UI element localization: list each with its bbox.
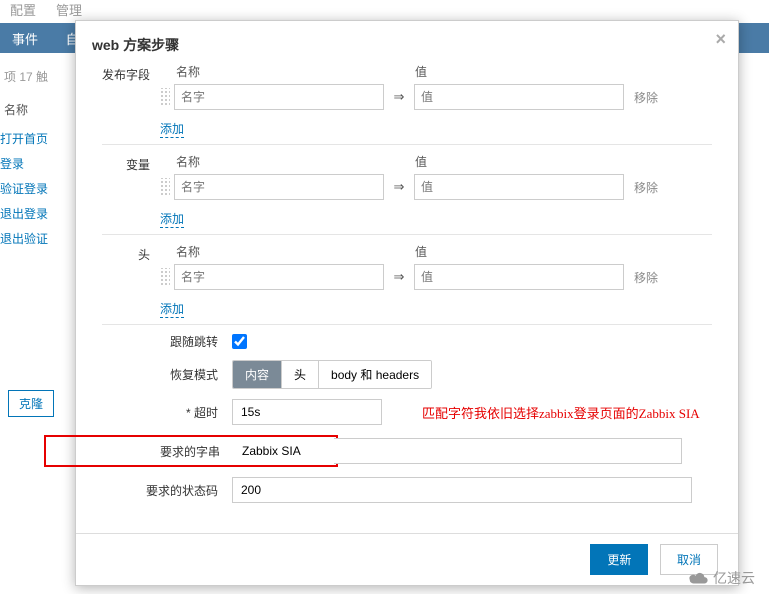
arrow-icon: ⇒ xyxy=(384,89,414,105)
highlight-annotation: 要求的字串 xyxy=(44,435,338,467)
bg-tab-1[interactable]: 配置 xyxy=(10,3,36,18)
follow-label: 跟随跳转 xyxy=(102,333,232,350)
retrieve-head-button[interactable]: 头 xyxy=(282,361,319,388)
bg-link-4[interactable]: 退出登录 xyxy=(0,201,70,226)
bg-link-5[interactable]: 退出验证 xyxy=(0,226,70,251)
bg-link-3[interactable]: 验证登录 xyxy=(0,176,70,201)
nv-val-hdr-3: 值 xyxy=(415,243,630,260)
annotation-text: 匹配字符我依旧选择zabbix登录页面的Zabbix SIA xyxy=(422,403,700,422)
add-link[interactable]: 添加 xyxy=(160,120,184,138)
retrieve-body-headers-button[interactable]: body 和 headers xyxy=(319,361,431,388)
drag-handle-icon[interactable] xyxy=(160,88,170,106)
close-icon[interactable]: × xyxy=(715,29,726,50)
retrieve-label: 恢复模式 xyxy=(102,366,232,383)
update-button[interactable]: 更新 xyxy=(590,544,648,575)
bg-link-2[interactable]: 登录 xyxy=(0,151,70,176)
remove-link[interactable]: 移除 xyxy=(634,179,658,196)
cloud-icon xyxy=(687,570,709,586)
reqstr-input-hl[interactable] xyxy=(234,438,334,464)
modal-dialog: × web 方案步骤 发布字段 名称 值 ⇒ 移除 添加 变量 xyxy=(75,20,739,586)
status-label: 要求的状态码 xyxy=(102,482,232,499)
post-name-input[interactable] xyxy=(174,84,384,110)
clone-button[interactable]: 克隆 xyxy=(8,390,54,417)
reqstr-label: 要求的字串 xyxy=(48,443,234,460)
status-input[interactable] xyxy=(232,477,692,503)
add-link[interactable]: 添加 xyxy=(160,210,184,228)
follow-checkbox[interactable] xyxy=(232,334,247,349)
nv-name-hdr-2: 名称 xyxy=(160,153,385,170)
remove-link[interactable]: 移除 xyxy=(634,269,658,286)
hdr-val-input[interactable] xyxy=(414,264,624,290)
add-link[interactable]: 添加 xyxy=(160,300,184,318)
post-fields-label: 发布字段 xyxy=(102,63,160,138)
nv-val-hdr: 值 xyxy=(415,63,630,80)
drag-handle-icon[interactable] xyxy=(160,268,170,286)
nv-name-hdr-3: 名称 xyxy=(160,243,385,260)
nv-name-hdr: 名称 xyxy=(160,63,385,80)
remove-link[interactable]: 移除 xyxy=(634,89,658,106)
headers-label: 头 xyxy=(102,243,160,318)
arrow-icon: ⇒ xyxy=(384,179,414,195)
bg-tab-2[interactable]: 管理 xyxy=(56,3,82,18)
nv-val-hdr-2: 值 xyxy=(415,153,630,170)
post-val-input[interactable] xyxy=(414,84,624,110)
var-val-input[interactable] xyxy=(414,174,624,200)
vars-label: 变量 xyxy=(102,153,160,228)
bg-link-1[interactable]: 打开首页 xyxy=(0,126,70,151)
arrow-icon: ⇒ xyxy=(384,269,414,285)
timeout-label: 超时 xyxy=(102,404,232,421)
bg-header: 名称 xyxy=(0,93,70,126)
bg-nav-1[interactable]: 事件 xyxy=(0,23,50,54)
retrieve-mode-group: 内容 头 body 和 headers xyxy=(232,360,432,389)
brand-logo: 亿速云 xyxy=(687,568,755,588)
timeout-input[interactable] xyxy=(232,399,382,425)
bg-stat: 项 17 触 xyxy=(0,60,70,93)
reqstr-input[interactable] xyxy=(334,438,682,464)
hdr-name-input[interactable] xyxy=(174,264,384,290)
drag-handle-icon[interactable] xyxy=(160,178,170,196)
retrieve-content-button[interactable]: 内容 xyxy=(233,361,282,388)
var-name-input[interactable] xyxy=(174,174,384,200)
modal-title: web 方案步骤 xyxy=(76,21,738,63)
